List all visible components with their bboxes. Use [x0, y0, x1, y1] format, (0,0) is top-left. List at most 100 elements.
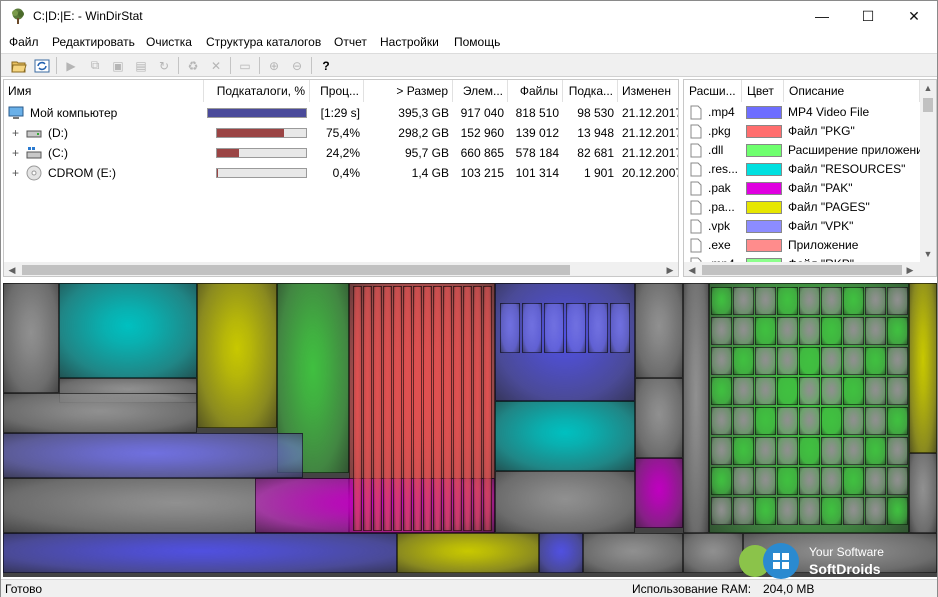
cmd-icon[interactable]: ▤ — [131, 56, 151, 75]
treemap-tile[interactable] — [777, 437, 798, 465]
expand-toggle[interactable]: + — [12, 163, 22, 183]
treemap-tile[interactable] — [635, 378, 683, 458]
maximize-button[interactable]: ☐ — [845, 1, 891, 31]
treemap-tile[interactable] — [865, 497, 886, 525]
treemap-tile[interactable] — [843, 377, 864, 405]
treemap-tile[interactable] — [887, 497, 908, 525]
treemap-tile[interactable] — [522, 303, 542, 353]
treemap[interactable] — [3, 283, 937, 577]
treemap-tile[interactable] — [711, 467, 732, 495]
scroll-thumb[interactable] — [702, 265, 902, 275]
expand-toggle[interactable]: + — [12, 143, 22, 163]
treemap-tile[interactable] — [473, 286, 482, 531]
zoom-in-icon[interactable]: ⊕ — [264, 56, 284, 75]
treemap-tile[interactable] — [733, 317, 754, 345]
menu-report[interactable]: Отчет — [334, 35, 367, 49]
table-row[interactable]: + (D:) 75,4% 298,2 GB 152 960 139 012 13 948 21… — [4, 123, 678, 143]
menu-treemap[interactable]: Структура каталогов — [206, 35, 321, 49]
treemap-tile[interactable] — [443, 286, 452, 531]
treemap-tile[interactable] — [887, 287, 908, 315]
treemap-tile[interactable] — [610, 303, 630, 353]
ext-row[interactable]: .mp4 MP4 Video File — [684, 103, 920, 122]
ext-row[interactable]: .pkg Файл "PKG" — [684, 122, 920, 141]
treemap-tile[interactable] — [909, 283, 937, 453]
col-name[interactable]: Имя — [4, 80, 204, 102]
treemap-tile[interactable] — [711, 287, 732, 315]
dir-horizontal-scrollbar[interactable]: ◀ ▶ — [4, 262, 678, 276]
treemap-tile[interactable] — [755, 347, 776, 375]
treemap-tile[interactable] — [583, 533, 683, 573]
open-folder-icon[interactable] — [9, 56, 29, 75]
treemap-tile[interactable] — [887, 317, 908, 345]
treemap-tile[interactable] — [733, 407, 754, 435]
treemap-tile[interactable] — [843, 287, 864, 315]
treemap-tile[interactable] — [733, 467, 754, 495]
menu-help[interactable]: Помощь — [454, 35, 500, 49]
treemap-tile[interactable] — [733, 377, 754, 405]
scroll-up-icon[interactable]: ▲ — [920, 80, 936, 96]
zoom-out-icon[interactable]: ⊖ — [287, 56, 307, 75]
treemap-tile[interactable] — [544, 303, 564, 353]
table-row[interactable]: + CDROM (E:) 0,4% 1,4 GB 103 215 101 314 1 901… — [4, 163, 678, 183]
treemap-tile[interactable] — [821, 437, 842, 465]
treemap-tile[interactable] — [843, 437, 864, 465]
treemap-tile[interactable] — [635, 458, 683, 528]
treemap-tile[interactable] — [821, 467, 842, 495]
treemap-tile[interactable] — [865, 467, 886, 495]
treemap-tile[interactable] — [495, 471, 635, 533]
play-icon[interactable]: ▶ — [61, 56, 81, 75]
treemap-tile[interactable] — [495, 401, 635, 471]
treemap-tile[interactable] — [821, 317, 842, 345]
explorer-icon[interactable]: ▣ — [108, 56, 128, 75]
treemap-tile[interactable] — [383, 286, 392, 531]
treemap-tile[interactable] — [733, 287, 754, 315]
treemap-tile[interactable] — [777, 497, 798, 525]
treemap-tile[interactable] — [909, 453, 937, 533]
treemap-tile[interactable] — [799, 467, 820, 495]
refresh-icon[interactable] — [32, 56, 52, 75]
treemap-tile[interactable] — [777, 407, 798, 435]
treemap-tile[interactable] — [887, 467, 908, 495]
treemap-tile[interactable] — [799, 497, 820, 525]
treemap-tile[interactable] — [433, 286, 442, 531]
menu-edit[interactable]: Редактировать — [52, 35, 135, 49]
treemap-tile[interactable] — [821, 407, 842, 435]
scroll-thumb[interactable] — [923, 98, 933, 112]
treemap-tile[interactable] — [799, 287, 820, 315]
treemap-tile[interactable] — [865, 407, 886, 435]
treemap-tile[interactable] — [887, 407, 908, 435]
treemap-tile[interactable] — [843, 347, 864, 375]
treemap-tile[interactable] — [865, 317, 886, 345]
ext-row[interactable]: .exe Приложение — [684, 236, 920, 255]
col-color[interactable]: Цвет — [742, 80, 784, 102]
treemap-tile[interactable] — [865, 377, 886, 405]
treemap-tile[interactable] — [865, 347, 886, 375]
treemap-tile[interactable] — [59, 283, 197, 378]
ext-row[interactable]: .res... Файл "RESOURCES" — [684, 160, 920, 179]
treemap-tile[interactable] — [755, 497, 776, 525]
treemap-tile[interactable] — [635, 283, 683, 378]
table-row[interactable]: Мой компьютер [1:29 s] 395,3 GB 917 040 818 … — [4, 103, 678, 123]
treemap-tile[interactable] — [3, 433, 303, 478]
treemap-tile[interactable] — [755, 407, 776, 435]
treemap-tile[interactable] — [413, 286, 422, 531]
scroll-right-icon[interactable]: ▶ — [662, 262, 678, 276]
ext-vertical-scrollbar[interactable]: ▲ ▼ — [920, 80, 936, 262]
treemap-tile[interactable] — [539, 533, 583, 573]
treemap-tile[interactable] — [363, 286, 372, 531]
treemap-tile[interactable] — [3, 393, 197, 433]
col-modified[interactable]: Изменен — [618, 80, 678, 102]
treemap-tile[interactable] — [799, 377, 820, 405]
ext-row[interactable]: .vpk Файл "VPK" — [684, 217, 920, 236]
treemap-tile[interactable] — [711, 317, 732, 345]
col-percent[interactable]: Проц... — [310, 80, 364, 102]
treemap-tile[interactable] — [463, 286, 472, 531]
treemap-tile[interactable] — [566, 303, 586, 353]
treemap-tile[interactable] — [777, 287, 798, 315]
treemap-tile[interactable] — [777, 317, 798, 345]
col-subdirs-percent[interactable]: Подкаталоги, % — [204, 80, 310, 102]
treemap-tile[interactable] — [733, 437, 754, 465]
treemap-tile[interactable] — [777, 347, 798, 375]
treemap-tile[interactable] — [799, 407, 820, 435]
close-button[interactable]: ✕ — [891, 1, 937, 31]
